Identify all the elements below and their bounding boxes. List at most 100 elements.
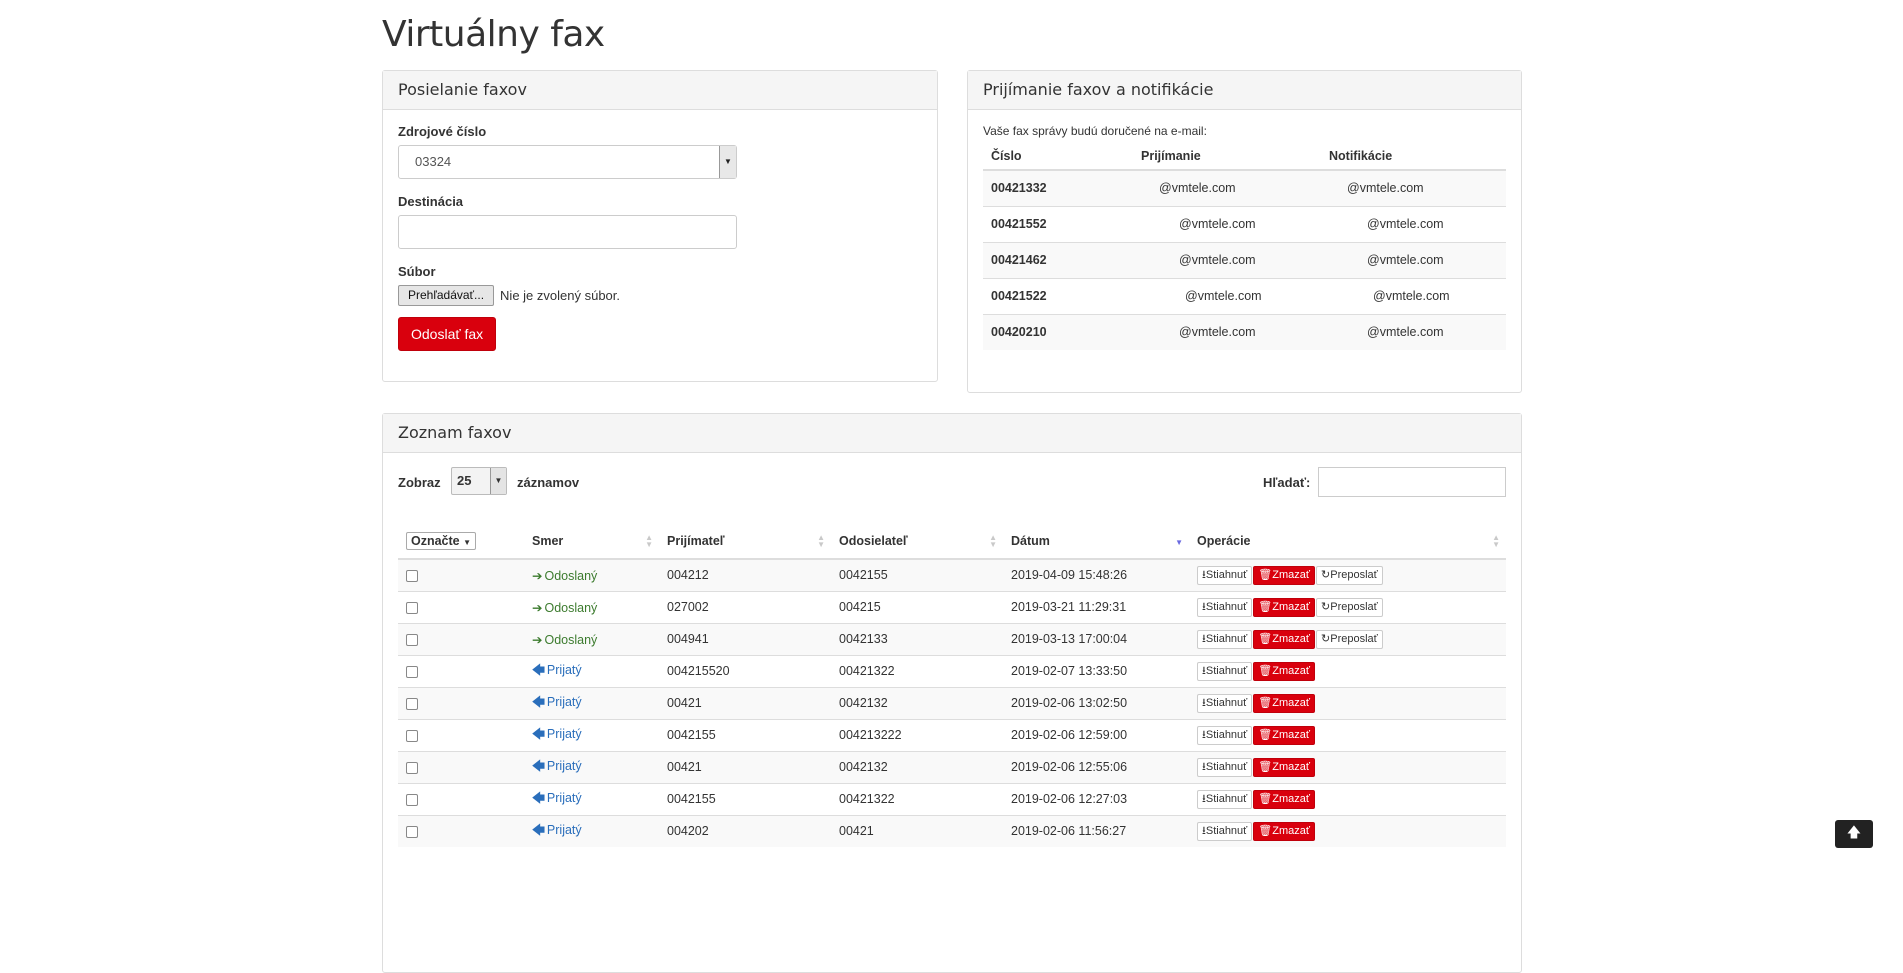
row-checkbox-cell <box>398 558 524 591</box>
forward-label: Preposlať <box>1330 600 1378 613</box>
direction-label: Odoslaný <box>544 600 598 615</box>
destination-input[interactable] <box>398 215 737 249</box>
direction-cell[interactable]: 🡄 Prijatý <box>524 654 659 687</box>
forward-button[interactable]: ↻Preposlať <box>1316 629 1383 649</box>
arrow-left-icon: 🡄 <box>532 726 545 741</box>
direction-label: Prijatý <box>546 662 582 677</box>
direction-label: Odoslaný <box>544 568 598 583</box>
delete-button[interactable]: 🗑Zmazať <box>1253 661 1316 681</box>
mark-select[interactable]: Označte ▼ <box>406 531 477 550</box>
download-button[interactable]: ⭳Stiahnuť <box>1197 661 1253 681</box>
date-header-label: Dátum <box>1011 533 1050 548</box>
column-header-sender[interactable]: Odosielateľ ▲ ▼ <box>831 523 1003 560</box>
date-cell: 2019-02-07 13:33:50 <box>1003 654 1189 687</box>
download-button[interactable]: ⭳Stiahnuť <box>1197 789 1253 809</box>
date-cell: 2019-02-06 11:56:27 <box>1003 814 1189 847</box>
fax-number: 00421332 <box>983 169 1133 206</box>
column-header-mark[interactable]: Označte ▼ <box>398 523 524 560</box>
source-number-select[interactable]: 03324 ▼ <box>398 145 737 179</box>
scroll-top-button[interactable]: 🡅 <box>1835 820 1873 848</box>
forward-button[interactable]: ↻Preposlať <box>1316 565 1383 585</box>
direction-cell[interactable]: 🡄 Prijatý <box>524 750 659 783</box>
download-button[interactable]: ⭳Stiahnuť <box>1197 725 1253 745</box>
delete-button[interactable]: 🗑Zmazať <box>1253 821 1316 841</box>
sort-icon: ▲ ▼ <box>817 533 825 549</box>
column-header-operations[interactable]: Operácie ▲ ▼ <box>1189 523 1506 560</box>
row-checkbox[interactable] <box>406 601 418 614</box>
operations-cell: ⭳Stiahnuť 🗑Zmazať <box>1189 814 1506 847</box>
direction-cell[interactable]: ➔ Odoslaný <box>524 558 659 591</box>
column-header-receive: Prijímanie <box>1133 142 1321 171</box>
notify-email: @vmtele.com <box>1321 205 1506 242</box>
download-button[interactable]: ⭳Stiahnuť <box>1197 565 1253 585</box>
download-button[interactable]: ⭳Stiahnuť <box>1197 597 1253 617</box>
fax-number: 00421462 <box>983 241 1133 278</box>
arrow-left-icon: 🡄 <box>532 822 545 837</box>
row-checkbox[interactable] <box>406 633 418 646</box>
delete-button[interactable]: 🗑Zmazať <box>1253 757 1316 777</box>
download-button[interactable]: ⭳Stiahnuť <box>1197 821 1253 841</box>
download-button[interactable]: ⭳Stiahnuť <box>1197 629 1253 649</box>
row-checkbox[interactable] <box>406 825 418 838</box>
download-label: Stiahnuť <box>1205 792 1248 805</box>
table-row: ➔ Odoslaný 004941 0042133 2019-03-13 17:00:0… <box>398 622 1506 655</box>
search-input[interactable] <box>1318 467 1506 497</box>
delete-button[interactable]: 🗑Zmazať <box>1253 693 1316 713</box>
recipient-cell: 004941 <box>659 622 831 655</box>
sender-cell: 0042132 <box>831 686 1003 719</box>
row-checkbox[interactable] <box>406 761 418 774</box>
source-number-label: Zdrojové číslo <box>398 124 487 139</box>
row-checkbox-cell <box>398 750 524 783</box>
delete-button[interactable]: 🗑Zmazať <box>1253 565 1316 585</box>
recipient-cell: 0042155 <box>659 782 831 815</box>
fax-number: 00420210 <box>983 313 1133 350</box>
send-fax-button[interactable]: Odoslať fax <box>398 317 497 351</box>
operations-cell: ⭳Stiahnuť 🗑Zmazať <box>1189 782 1506 815</box>
forward-button[interactable]: ↻Preposlať <box>1316 597 1383 617</box>
forward-label: Preposlať <box>1330 568 1378 581</box>
row-checkbox[interactable] <box>406 569 418 582</box>
sender-cell: 004213222 <box>831 718 1003 751</box>
recipient-cell: 004215520 <box>659 654 831 687</box>
direction-cell[interactable]: 🡄 Prijatý <box>524 782 659 815</box>
download-label: Stiahnuť <box>1205 568 1248 581</box>
browse-file-button[interactable]: Prehľadávať... <box>398 285 495 306</box>
refresh-icon: ↻ <box>1321 600 1331 613</box>
column-header-direction[interactable]: Smer ▲ ▼ <box>524 523 659 560</box>
trash-icon: 🗑 <box>1258 696 1273 709</box>
column-header-recipient[interactable]: Prijímateľ ▲ ▼ <box>659 523 831 560</box>
direction-cell[interactable]: 🡄 Prijatý <box>524 718 659 751</box>
download-button[interactable]: ⭳Stiahnuť <box>1197 757 1253 777</box>
refresh-icon: ↻ <box>1321 632 1331 645</box>
download-button[interactable]: ⭳Stiahnuť <box>1197 693 1253 713</box>
delete-button[interactable]: 🗑Zmazať <box>1253 597 1316 617</box>
direction-cell[interactable]: ➔ Odoslaný <box>524 590 659 623</box>
direction-cell[interactable]: 🡄 Prijatý <box>524 814 659 847</box>
row-checkbox[interactable] <box>406 793 418 806</box>
operations-cell: ⭳Stiahnuť 🗑Zmazať ↻Preposlať <box>1189 590 1506 623</box>
delete-button[interactable]: 🗑Zmazať <box>1253 789 1316 809</box>
column-header-date[interactable]: Dátum ▼ <box>1003 523 1189 560</box>
operations-cell: ⭳Stiahnuť 🗑Zmazať <box>1189 686 1506 719</box>
page-length-select[interactable]: 25 ▼ <box>451 467 507 495</box>
date-cell: 2019-02-06 12:55:06 <box>1003 750 1189 783</box>
table-row: 🡄 Prijatý 004202 00421 2019-02-06 11:56:27 ⭳S… <box>398 814 1506 847</box>
operations-cell: ⭳Stiahnuť 🗑Zmazať ↻Preposlať <box>1189 622 1506 655</box>
receive-email: @vmtele.com <box>1133 277 1321 314</box>
sender-cell: 00421322 <box>831 654 1003 687</box>
download-label: Stiahnuť <box>1205 824 1248 837</box>
fax-list-body: Zobraz 25 ▼ záznamov Hľadať: Označte ▼ S… <box>383 453 1521 861</box>
notify-email: @vmtele.com <box>1321 277 1506 314</box>
delete-button[interactable]: 🗑Zmazať <box>1253 629 1316 649</box>
notify-email: @vmtele.com <box>1321 313 1506 350</box>
arrow-left-icon: 🡄 <box>532 790 545 805</box>
row-checkbox[interactable] <box>406 665 418 678</box>
row-checkbox[interactable] <box>406 697 418 710</box>
sort-icon: ▲ ▼ <box>645 533 653 549</box>
recipient-cell: 00421 <box>659 686 831 719</box>
row-checkbox[interactable] <box>406 729 418 742</box>
direction-cell[interactable]: ➔ Odoslaný <box>524 622 659 655</box>
notification-table: Číslo Prijímanie Notifikácie 00421332 @vm… <box>983 142 1506 350</box>
direction-cell[interactable]: 🡄 Prijatý <box>524 686 659 719</box>
delete-button[interactable]: 🗑Zmazať <box>1253 725 1316 745</box>
